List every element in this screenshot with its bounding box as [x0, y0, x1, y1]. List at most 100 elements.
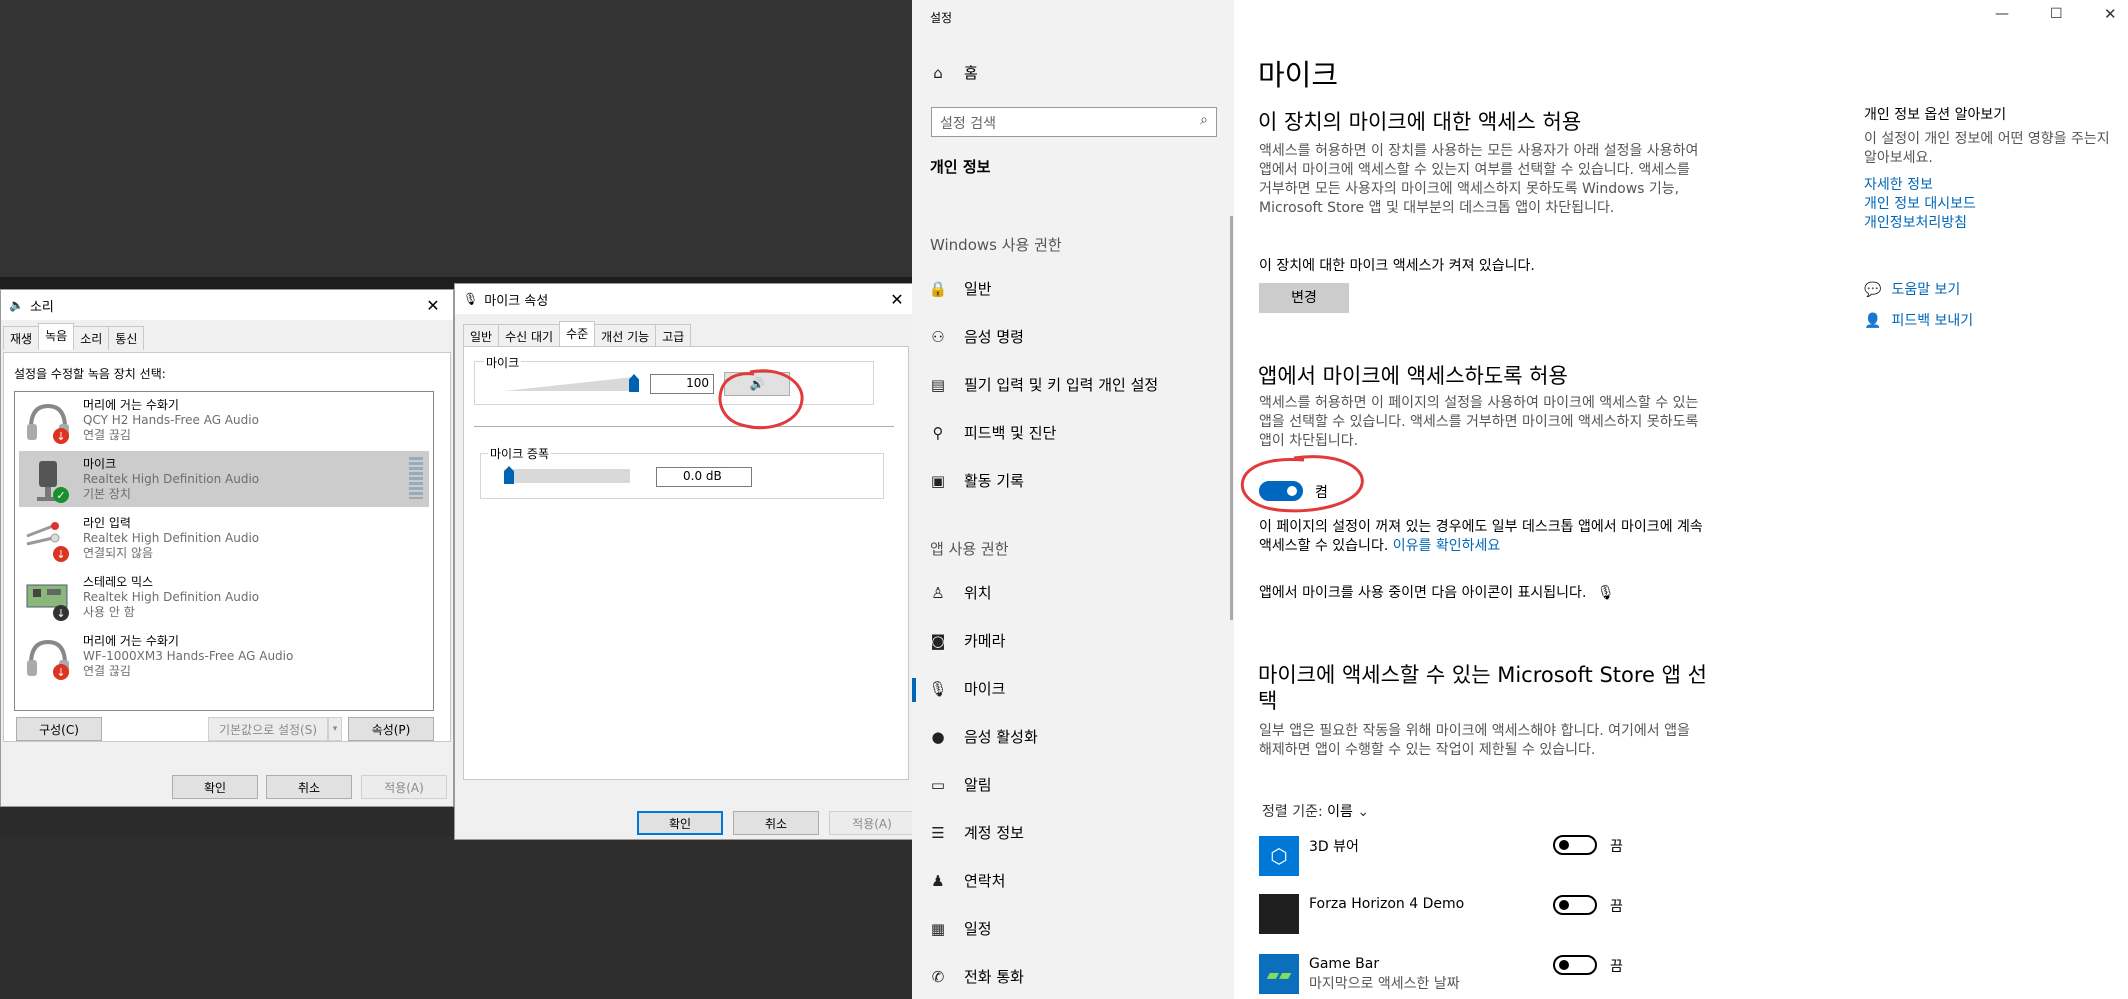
close-icon[interactable]: ✕ — [413, 296, 453, 315]
dialog-title: 소리 — [29, 299, 54, 315]
nav-item-inking[interactable]: ▤ 필기 입력 및 키 입력 개인 설정 — [928, 374, 1158, 395]
more-info-link[interactable]: 자세한 정보 — [1864, 174, 1933, 194]
nav-item-label: 피드백 및 진단 — [964, 424, 1057, 442]
annotation-circle — [718, 369, 804, 430]
nav-item-camera[interactable]: ◙ 카메라 — [928, 630, 1006, 651]
nav-item-account-info[interactable]: ☰ 계정 정보 — [928, 822, 1024, 843]
nav-item-label: 활동 기록 — [964, 472, 1024, 490]
headset-icon: ↓ — [23, 398, 73, 444]
minimize-icon[interactable]: — — [1995, 6, 2009, 22]
nav-item-voice-activation[interactable]: ● 음성 활성화 — [928, 726, 1037, 747]
feedback-icon: 👤 — [1864, 313, 1882, 329]
nav-item-microphone[interactable]: 🎙 마이크 — [928, 678, 1005, 699]
tab-enhancements[interactable]: 개선 기능 — [594, 324, 657, 348]
properties-button[interactable]: 속성(P) — [348, 717, 434, 741]
tab-general[interactable]: 일반 — [463, 324, 500, 348]
side-description: 이 설정이 개인 정보에 어떤 영향을 주는지 알아보세요. — [1864, 131, 2110, 166]
device-status: 연결되지 않음 — [83, 546, 154, 560]
nav-scrollbar[interactable] — [1230, 216, 1233, 620]
search-box[interactable]: 설정 검색 ⌕ — [931, 107, 1217, 137]
contacts-icon: ♟ — [931, 871, 945, 890]
tab-levels[interactable]: 수준 — [559, 321, 596, 348]
disconnected-icon: ↓ — [53, 546, 69, 562]
camera-icon: ◙ — [930, 631, 946, 650]
app-toggle-forza[interactable] — [1553, 895, 1597, 915]
feedback-link[interactable]: 피드백 보내기 — [1891, 313, 1973, 329]
boost-level-input[interactable]: 0.0 dB — [656, 467, 752, 487]
notification-icon: ▭ — [930, 775, 946, 794]
set-default-button[interactable]: 기본값으로 설정(S) — [208, 717, 328, 741]
device-access-heading: 이 장치의 마이크에 대한 액세스 허용 — [1258, 110, 1582, 134]
ok-button[interactable]: 확인 — [172, 775, 258, 799]
store-apps-heading: 마이크에 액세스할 수 있는 Microsoft Store 앱 선택 — [1258, 663, 1707, 713]
app-name: Game Bar — [1309, 956, 1380, 972]
microphone-icon: ✓ — [23, 457, 73, 503]
device-status: 연결 끊김 — [83, 428, 131, 442]
nav-item-label: 일정 — [964, 920, 992, 938]
home-icon: ⌂ — [933, 63, 943, 82]
mic-group-label: 마이크 — [484, 354, 522, 371]
apply-button[interactable]: 적용(A) — [829, 811, 915, 835]
mic-level-input[interactable]: 100 — [650, 374, 714, 394]
privacy-dashboard-link[interactable]: 개인 정보 대시보드 — [1864, 193, 1976, 213]
list-item-device-selected[interactable]: ✓ 마이크 Realtek High Definition Audio 기본 장치 — [19, 451, 429, 507]
nav-item-notifications[interactable]: ▭ 알림 — [928, 774, 992, 795]
instruction-label: 설정을 수정할 녹음 장치 선택: — [14, 367, 166, 381]
tab-advanced[interactable]: 고급 — [655, 324, 692, 348]
list-item-device[interactable]: ↓ 머리에 거는 수화기 QCY H2 Hands-Free AG Audio 연결… — [19, 392, 429, 448]
list-item-device[interactable]: ↓ 머리에 거는 수화기 WF-1000XM3 Hands-Free AG Aud… — [19, 628, 429, 684]
feedback-row[interactable]: 👤 피드백 보내기 — [1864, 310, 1973, 330]
change-button[interactable]: 변경 — [1259, 283, 1349, 313]
nav-item-phone[interactable]: ✆ 전화 통화 — [928, 966, 1024, 987]
why-link[interactable]: 이유를 확인하세요 — [1393, 538, 1501, 554]
sort-label: 정렬 기준: — [1262, 804, 1323, 820]
device-status: 기본 장치 — [83, 487, 131, 501]
close-icon[interactable]: ✕ — [2104, 5, 2117, 23]
help-row[interactable]: 💬 도움말 보기 — [1864, 279, 1960, 299]
tab-sounds[interactable]: 소리 — [73, 326, 110, 350]
tab-playback[interactable]: 재생 — [3, 326, 40, 350]
app-toggle-3d-viewer[interactable] — [1553, 835, 1597, 855]
tab-communications[interactable]: 통신 — [108, 326, 145, 350]
ok-button[interactable]: 확인 — [637, 811, 723, 835]
close-icon[interactable]: ✕ — [877, 290, 917, 309]
tab-listen[interactable]: 수신 대기 — [498, 324, 561, 348]
selected-indicator — [912, 678, 916, 702]
apply-button[interactable]: 적용(A) — [361, 775, 447, 799]
tab-recording[interactable]: 녹음 — [38, 323, 75, 350]
chevron-down-icon[interactable]: ▾ — [328, 717, 342, 741]
nav-item-activity[interactable]: ▣ 활동 기록 — [928, 470, 1024, 491]
nav-item-feedback[interactable]: ⚲ 피드백 및 진단 — [928, 422, 1057, 443]
microphone-icon: 🎙 — [928, 679, 948, 698]
app-last-access: 마지막으로 액세스한 날짜 — [1309, 976, 1460, 992]
sort-value: 이름 — [1327, 804, 1353, 820]
headset-icon: ↓ — [23, 634, 73, 680]
side-heading: 개인 정보 옵션 알아보기 — [1864, 107, 2007, 123]
disconnected-icon: ↓ — [53, 664, 69, 680]
nav-item-label: 위치 — [964, 584, 992, 602]
search-placeholder: 설정 검색 — [940, 116, 996, 132]
list-item-device[interactable]: ↓ 라인 입력 Realtek High Definition Audio 연결되지… — [19, 510, 429, 566]
game-bar-icon: ▰▰ — [1259, 954, 1299, 994]
icon-note: 앱에서 마이크를 사용 중이면 다음 아이콘이 표시됩니다. 🎙 — [1259, 582, 1615, 602]
separator — [474, 426, 894, 427]
nav-item-general[interactable]: 🔒 일반 — [928, 278, 992, 299]
nav-item-speech[interactable]: ⚇ 음성 명령 — [928, 326, 1024, 347]
configure-button[interactable]: 구성(C) — [16, 717, 102, 741]
nav-item-contacts[interactable]: ♟ 연락처 — [928, 870, 1005, 891]
device-name: 라인 입력 — [83, 516, 131, 530]
disconnected-icon: ↓ — [53, 428, 69, 444]
cancel-button[interactable]: 취소 — [733, 811, 819, 835]
nav-item-calendar[interactable]: ▦ 일정 — [928, 918, 992, 939]
app-toggle-game-bar[interactable] — [1553, 955, 1597, 975]
help-link[interactable]: 도움말 보기 — [1891, 282, 1960, 298]
nav-item-location[interactable]: ♙ 위치 — [928, 582, 992, 603]
sort-control[interactable]: 정렬 기준: 이름 ⌄ — [1262, 801, 1369, 821]
nav-home[interactable]: ⌂ 홈 — [928, 62, 978, 83]
app-permissions-header: 앱 사용 권한 — [930, 540, 1009, 558]
list-item-device[interactable]: ↓ 스테레오 믹스 Realtek High Definition Audio 사용… — [19, 569, 429, 625]
maximize-icon[interactable]: ☐ — [2050, 6, 2063, 22]
icon-note-text: 앱에서 마이크를 사용 중이면 다음 아이콘이 표시됩니다. — [1259, 585, 1587, 601]
cancel-button[interactable]: 취소 — [266, 775, 352, 799]
privacy-policy-link[interactable]: 개인정보처리방침 — [1864, 212, 1967, 232]
